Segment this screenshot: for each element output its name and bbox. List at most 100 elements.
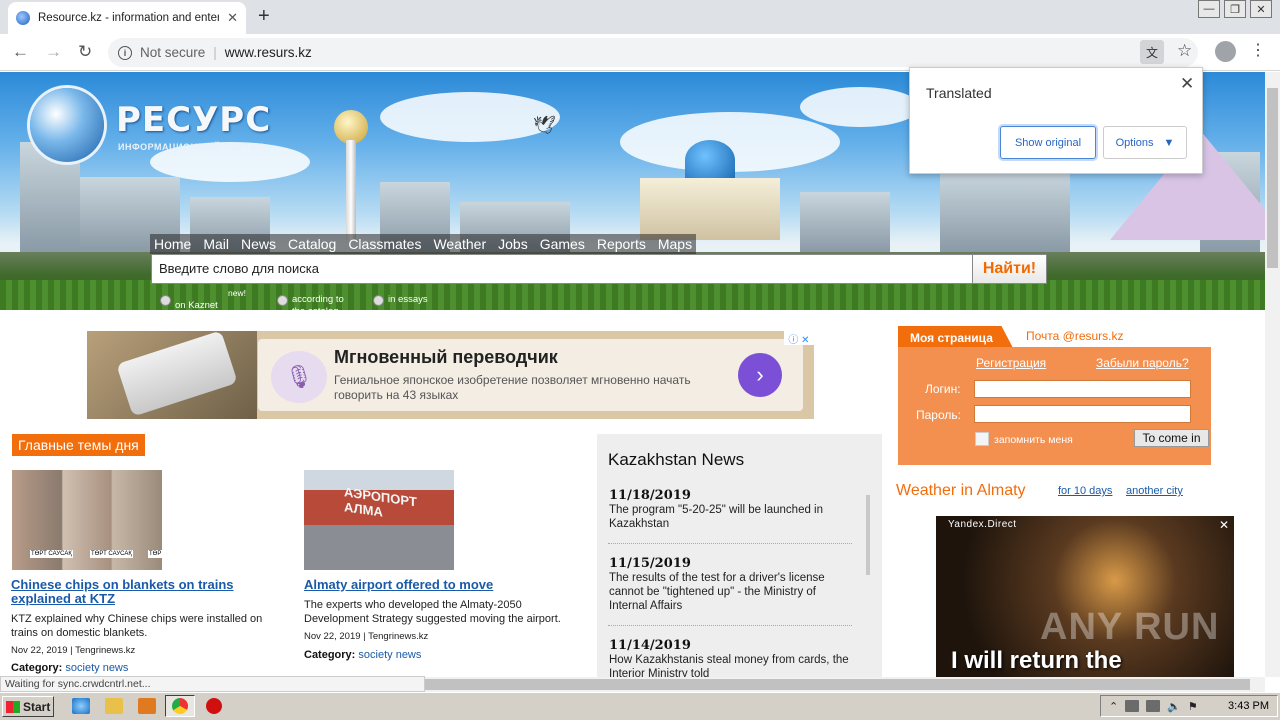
yandex-direct-ad[interactable]: Yandex.Direct ✕ I will return the [936, 516, 1234, 677]
radio-label: in essays [388, 294, 428, 305]
ad-image [87, 330, 257, 419]
close-icon[interactable]: ✕ [1219, 518, 1229, 532]
story-title[interactable]: Almaty airport offered to move [304, 578, 564, 592]
nav-weather[interactable]: Weather [433, 234, 486, 254]
forward-button[interactable]: → [45, 42, 62, 62]
chrome-menu-icon[interactable]: ⋮ [1250, 40, 1266, 60]
news-separator [608, 625, 852, 626]
password-input[interactable] [974, 405, 1191, 423]
close-window-button[interactable]: ✕ [1250, 0, 1272, 18]
weather-10-days-link[interactable]: for 10 days [1058, 485, 1112, 497]
yandex-direct-label: Yandex.Direct [948, 519, 1017, 530]
browser-tab[interactable]: Resource.kz - information and entertainm… [8, 2, 246, 34]
category-link[interactable]: society news [358, 649, 421, 661]
nav-jobs[interactable]: Jobs [498, 234, 528, 254]
show-original-button[interactable]: Show original [1000, 126, 1096, 159]
tower-ball [334, 110, 368, 144]
nav-classmates[interactable]: Classmates [348, 234, 421, 254]
close-tab-icon[interactable]: ✕ [227, 10, 238, 26]
password-label: Пароль: [916, 408, 961, 422]
story-meta: Nov 22, 2019 | Tengrinews.kz [11, 645, 136, 656]
volume-icon[interactable]: 🔈 [1167, 700, 1181, 713]
display-icon[interactable] [1146, 700, 1161, 712]
eagle-icon: 🕊 [533, 115, 556, 135]
window-controls: — ❐ ✕ [1198, 0, 1272, 18]
nav-reports[interactable]: Reports [597, 234, 646, 254]
close-icon[interactable]: ✕ [1180, 74, 1194, 94]
radio-dot[interactable] [373, 295, 384, 306]
ad-info-close[interactable]: ⓘ ✕ [784, 331, 814, 346]
story-title[interactable]: Chinese chips on blankets on trains expl… [11, 578, 281, 606]
story-image-blankets[interactable]: ТӨРТ САУСАҚ ТӨРТ САУСАҚ ТӨР [12, 470, 163, 570]
nav-catalog[interactable]: Catalog [288, 234, 336, 254]
info-icon[interactable]: i [118, 45, 132, 60]
vertical-scroll-thumb[interactable] [1267, 88, 1278, 268]
chrome-taskbar-button[interactable] [165, 695, 195, 717]
tab-mail[interactable]: Почта @resurs.kz [1026, 329, 1124, 343]
radio-dot[interactable] [277, 295, 288, 306]
radio-dot[interactable] [160, 295, 171, 306]
media-player-icon[interactable] [138, 698, 156, 714]
news-item-link[interactable]: The program "5-20-25" will be launched i… [609, 503, 849, 531]
search-button[interactable]: Найти! [972, 254, 1047, 284]
weather-title[interactable]: Weather in Almaty [896, 482, 1026, 500]
login-button[interactable]: To come in [1134, 429, 1209, 447]
radio-kaznet[interactable]: on Kaznet [160, 294, 218, 312]
story-description: KTZ explained why Chinese chips were ins… [11, 613, 263, 639]
image-label: ТӨР [148, 550, 163, 558]
site-logo-text[interactable]: РЕСУРС [116, 100, 271, 140]
address-bar[interactable]: i Not secure | www.resurs.kz [108, 38, 1198, 67]
nav-maps[interactable]: Maps [658, 234, 692, 254]
nav-news[interactable]: News [241, 234, 276, 254]
tab-my-page[interactable]: Моя страница [898, 326, 1013, 348]
nav-mail[interactable]: Mail [203, 234, 229, 254]
image-label: ТӨРТ САУСАҚ [30, 550, 73, 558]
start-button[interactable]: Start [2, 696, 54, 717]
translate-popup: Translated ✕ Show original Options ▼ [909, 67, 1203, 174]
radio-essays[interactable]: in essays [373, 294, 428, 306]
new-tab-button[interactable]: + [258, 5, 270, 28]
flag-icon[interactable]: ⚑ [1188, 700, 1198, 713]
profile-avatar[interactable] [1215, 41, 1236, 62]
nav-games[interactable]: Games [540, 234, 585, 254]
translate-icon[interactable]: 文 [1140, 40, 1164, 64]
antivirus-icon[interactable] [206, 698, 222, 714]
system-tray: ⌃ 🔈 ⚑ 3:43 PM [1100, 695, 1278, 717]
category-link[interactable]: society news [65, 662, 128, 674]
login-input[interactable] [974, 380, 1191, 398]
tray-arrow-icon[interactable]: ⌃ [1109, 700, 1118, 713]
bookmark-star-icon[interactable]: ☆ [1177, 41, 1192, 61]
news-separator [608, 543, 852, 544]
image-label: ТӨРТ САУСАҚ [90, 550, 133, 558]
network-icon[interactable] [1125, 700, 1140, 712]
weather-another-city-link[interactable]: another city [1126, 485, 1183, 497]
windows-flag-icon [6, 700, 20, 713]
url-text[interactable]: www.resurs.kz [225, 45, 312, 60]
radio-catalog[interactable]: according to the catalog [277, 294, 354, 318]
nav-home[interactable]: Home [154, 234, 191, 254]
story-description: The experts who developed the Almaty-205… [304, 599, 561, 625]
news-item-link[interactable]: The results of the test for a driver's l… [609, 571, 849, 613]
back-button[interactable]: ← [12, 42, 29, 62]
news-scrollbar[interactable] [866, 495, 870, 575]
register-link[interactable]: Регистрация [976, 356, 1046, 370]
options-label: Options [1115, 136, 1154, 149]
remember-me-checkbox[interactable] [975, 432, 989, 446]
ad-headline[interactable]: Мгновенный переводчик [334, 347, 558, 368]
minimize-button[interactable]: — [1198, 0, 1220, 18]
maximize-button[interactable]: ❐ [1224, 0, 1246, 18]
airport-sign-text: АЭРОПОРТ АЛМА [344, 484, 417, 520]
options-button[interactable]: Options ▼ [1103, 126, 1187, 159]
forgot-password-link[interactable]: Забыли пароль? [1096, 356, 1189, 370]
folder-icon[interactable] [105, 698, 123, 714]
site-logo-icon[interactable] [30, 88, 104, 162]
news-date: 11/18/2019 [609, 488, 691, 503]
story-image-airport[interactable]: АЭРОПОРТ АЛМА [304, 470, 454, 570]
ie-icon[interactable] [72, 698, 90, 714]
reload-button[interactable]: ↻ [78, 42, 92, 62]
news-item-link[interactable]: How Kazakhstanis steal money from cards,… [609, 653, 849, 677]
ad-arrow-button[interactable]: › [738, 353, 782, 397]
translator-ad[interactable]: 🎙 Мгновенный переводчик Гениальное японс… [87, 330, 814, 419]
search-input[interactable]: Введите слово для поиска [151, 254, 973, 284]
horizontal-scroll-thumb[interactable] [425, 679, 1250, 690]
